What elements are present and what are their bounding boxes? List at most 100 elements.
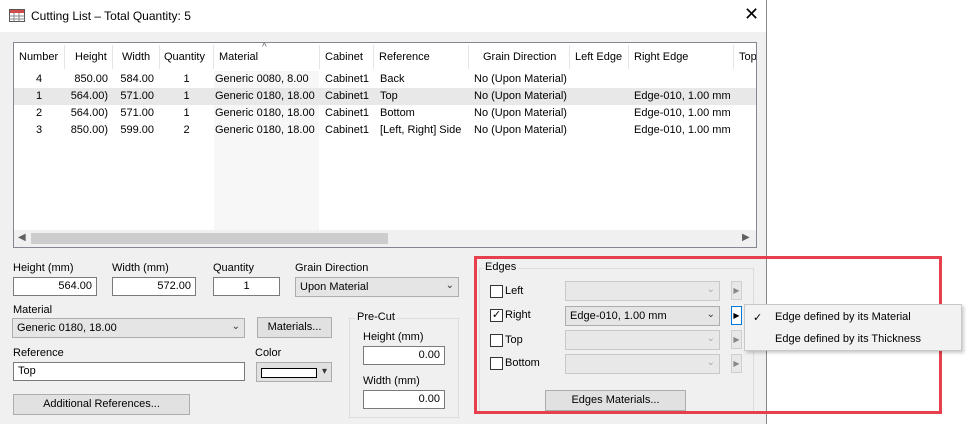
menu-item-label: Edge defined by its Thickness bbox=[775, 333, 921, 345]
material-label: Material bbox=[13, 304, 53, 316]
column-header-material[interactable]: Material bbox=[219, 51, 258, 63]
edge-left-menu-button[interactable]: ▶ bbox=[731, 281, 742, 300]
grain-direction-label: Grain Direction bbox=[295, 262, 369, 274]
column-header-grain-direction[interactable]: Grain Direction bbox=[483, 51, 556, 63]
cell-number: 1 bbox=[35, 90, 43, 102]
chevron-down-icon: ⌄ bbox=[706, 333, 715, 344]
chevron-down-icon: ⌄ bbox=[445, 280, 454, 291]
color-label: Color bbox=[255, 347, 282, 359]
menu-item-label: Edge defined by its Material bbox=[775, 311, 911, 323]
table-row[interactable]: 2 564.00) 571.00 1 Generic 0180, 18.00 C… bbox=[14, 105, 756, 122]
column-header-left-edge[interactable]: Left Edge bbox=[575, 51, 622, 63]
chevron-down-icon: ⌄ bbox=[706, 284, 715, 295]
check-icon: ✓ bbox=[753, 312, 763, 324]
column-header-width[interactable]: Width bbox=[122, 51, 150, 63]
edge-right-select[interactable]: Edge-010, 1.00 mm ⌄ bbox=[565, 306, 720, 326]
edge-right-checkbox[interactable]: ✓ bbox=[490, 309, 503, 322]
cell-cabinet: Cabinet1 bbox=[325, 107, 370, 119]
edge-left-checkbox[interactable] bbox=[490, 285, 503, 298]
cell-cabinet: Cabinet1 bbox=[325, 90, 370, 102]
reference-field[interactable]: Top bbox=[13, 362, 245, 381]
cell-reference: [Left, Right] Side bbox=[380, 124, 462, 136]
reference-label: Reference bbox=[13, 347, 64, 359]
cutting-list-table[interactable]: Number Height Width Quantity ^ Material … bbox=[13, 42, 757, 248]
table-header: Number Height Width Quantity ^ Material … bbox=[14, 43, 756, 71]
cell-width: 584.00 bbox=[120, 73, 154, 85]
edge-right-menu-button[interactable]: ▶ bbox=[731, 306, 742, 325]
table-icon bbox=[9, 9, 25, 22]
cell-width: 571.00 bbox=[120, 107, 154, 119]
edge-right-value: Edge-010, 1.00 mm bbox=[570, 310, 667, 322]
scrollbar-thumb[interactable] bbox=[31, 233, 388, 244]
column-header-height[interactable]: Height bbox=[75, 51, 107, 63]
cell-grain-direction: No (Upon Material) bbox=[474, 90, 567, 102]
menu-item-edge-by-thickness[interactable]: Edge defined by its Thickness bbox=[745, 329, 961, 350]
grain-direction-select[interactable]: Upon Material ⌄ bbox=[295, 277, 459, 297]
cell-material: Generic 0180, 18.00 bbox=[215, 124, 315, 136]
cell-height: 850.00) bbox=[70, 124, 108, 136]
edge-left-label: Left bbox=[505, 285, 524, 297]
cell-reference: Back bbox=[380, 73, 405, 85]
color-swatch bbox=[261, 368, 317, 378]
edge-bottom-select[interactable]: ⌄ bbox=[565, 354, 720, 374]
materials-button[interactable]: Materials... bbox=[257, 317, 332, 338]
dropdown-arrow-icon: ▾ bbox=[321, 366, 327, 377]
edge-definition-menu: ✓ Edge defined by its Material Edge defi… bbox=[744, 304, 962, 351]
edge-left-select[interactable]: ⌄ bbox=[565, 281, 720, 301]
edges-materials-button[interactable]: Edges Materials... bbox=[545, 390, 686, 411]
material-select[interactable]: Generic 0180, 18.00 ⌄ bbox=[12, 318, 245, 338]
edge-top-checkbox[interactable] bbox=[490, 334, 503, 347]
cell-height: 850.00 bbox=[74, 73, 108, 85]
cell-number: 4 bbox=[35, 73, 43, 85]
cell-height: 564.00) bbox=[70, 107, 108, 119]
horizontal-scrollbar[interactable]: ◀ ▶ bbox=[14, 230, 756, 247]
cell-material: Generic 0180, 18.00 bbox=[215, 107, 315, 119]
cell-grain-direction: No (Upon Material) bbox=[474, 124, 567, 136]
chevron-down-icon: ⌄ bbox=[231, 321, 240, 332]
width-label: Width (mm) bbox=[112, 262, 169, 274]
precut-height-field[interactable]: 0.00 bbox=[363, 346, 445, 365]
width-field[interactable]: 572.00 bbox=[112, 277, 196, 296]
table-row-selected[interactable]: 1 564.00) 571.00 1 Generic 0180, 18.00 C… bbox=[14, 88, 756, 105]
precut-width-field[interactable]: 0.00 bbox=[363, 390, 445, 409]
chevron-down-icon: ⌄ bbox=[706, 357, 715, 368]
quantity-field[interactable]: 1 bbox=[213, 277, 280, 296]
cell-cabinet: Cabinet1 bbox=[325, 73, 370, 85]
quantity-label: Quantity bbox=[213, 262, 254, 274]
cell-number: 2 bbox=[35, 107, 43, 119]
column-header-quantity[interactable]: Quantity bbox=[164, 51, 205, 63]
height-label: Height (mm) bbox=[13, 262, 74, 274]
edge-bottom-label: Bottom bbox=[505, 357, 540, 369]
scroll-left-icon[interactable]: ◀ bbox=[18, 232, 26, 243]
chevron-down-icon: ⌄ bbox=[706, 309, 715, 320]
cell-reference: Top bbox=[380, 90, 398, 102]
column-header-top[interactable]: Top bbox=[739, 51, 756, 63]
edges-title: Edges bbox=[483, 261, 519, 273]
precut-width-label: Width (mm) bbox=[363, 375, 420, 387]
edge-bottom-checkbox[interactable] bbox=[490, 357, 503, 370]
height-field[interactable]: 564.00 bbox=[13, 277, 97, 296]
cell-material: Generic 0180, 18.00 bbox=[215, 90, 315, 102]
edge-bottom-menu-button[interactable]: ▶ bbox=[731, 354, 742, 373]
sort-ascending-icon: ^ bbox=[262, 42, 267, 53]
additional-references-button[interactable]: Additional References... bbox=[13, 394, 190, 415]
edge-top-menu-button[interactable]: ▶ bbox=[731, 330, 742, 349]
cell-number: 3 bbox=[35, 124, 43, 136]
cell-right-edge: Edge-010, 1.00 mm bbox=[634, 90, 731, 102]
column-header-cabinet[interactable]: Cabinet bbox=[325, 51, 363, 63]
edge-top-select[interactable]: ⌄ bbox=[565, 330, 720, 350]
cell-cabinet: Cabinet1 bbox=[325, 124, 370, 136]
window-title: Cutting List – Total Quantity: 5 bbox=[31, 9, 191, 23]
table-row[interactable]: 3 850.00) 599.00 2 Generic 0180, 18.00 C… bbox=[14, 122, 756, 139]
menu-item-edge-by-material[interactable]: ✓ Edge defined by its Material bbox=[745, 307, 961, 328]
color-picker[interactable]: ▾ bbox=[256, 362, 332, 382]
scroll-right-icon[interactable]: ▶ bbox=[742, 232, 750, 243]
table-row[interactable]: 4 850.00 584.00 1 Generic 0080, 8.00 Cab… bbox=[14, 71, 756, 88]
precut-title: Pre-Cut bbox=[355, 311, 397, 323]
column-header-number[interactable]: Number bbox=[19, 51, 58, 63]
cell-right-edge: Edge-010, 1.00 mm bbox=[634, 124, 731, 136]
title-bar: Cutting List – Total Quantity: 5 ✕ bbox=[0, 0, 766, 32]
column-header-reference[interactable]: Reference bbox=[379, 51, 430, 63]
close-button[interactable]: ✕ bbox=[744, 4, 759, 24]
column-header-right-edge[interactable]: Right Edge bbox=[634, 51, 688, 63]
